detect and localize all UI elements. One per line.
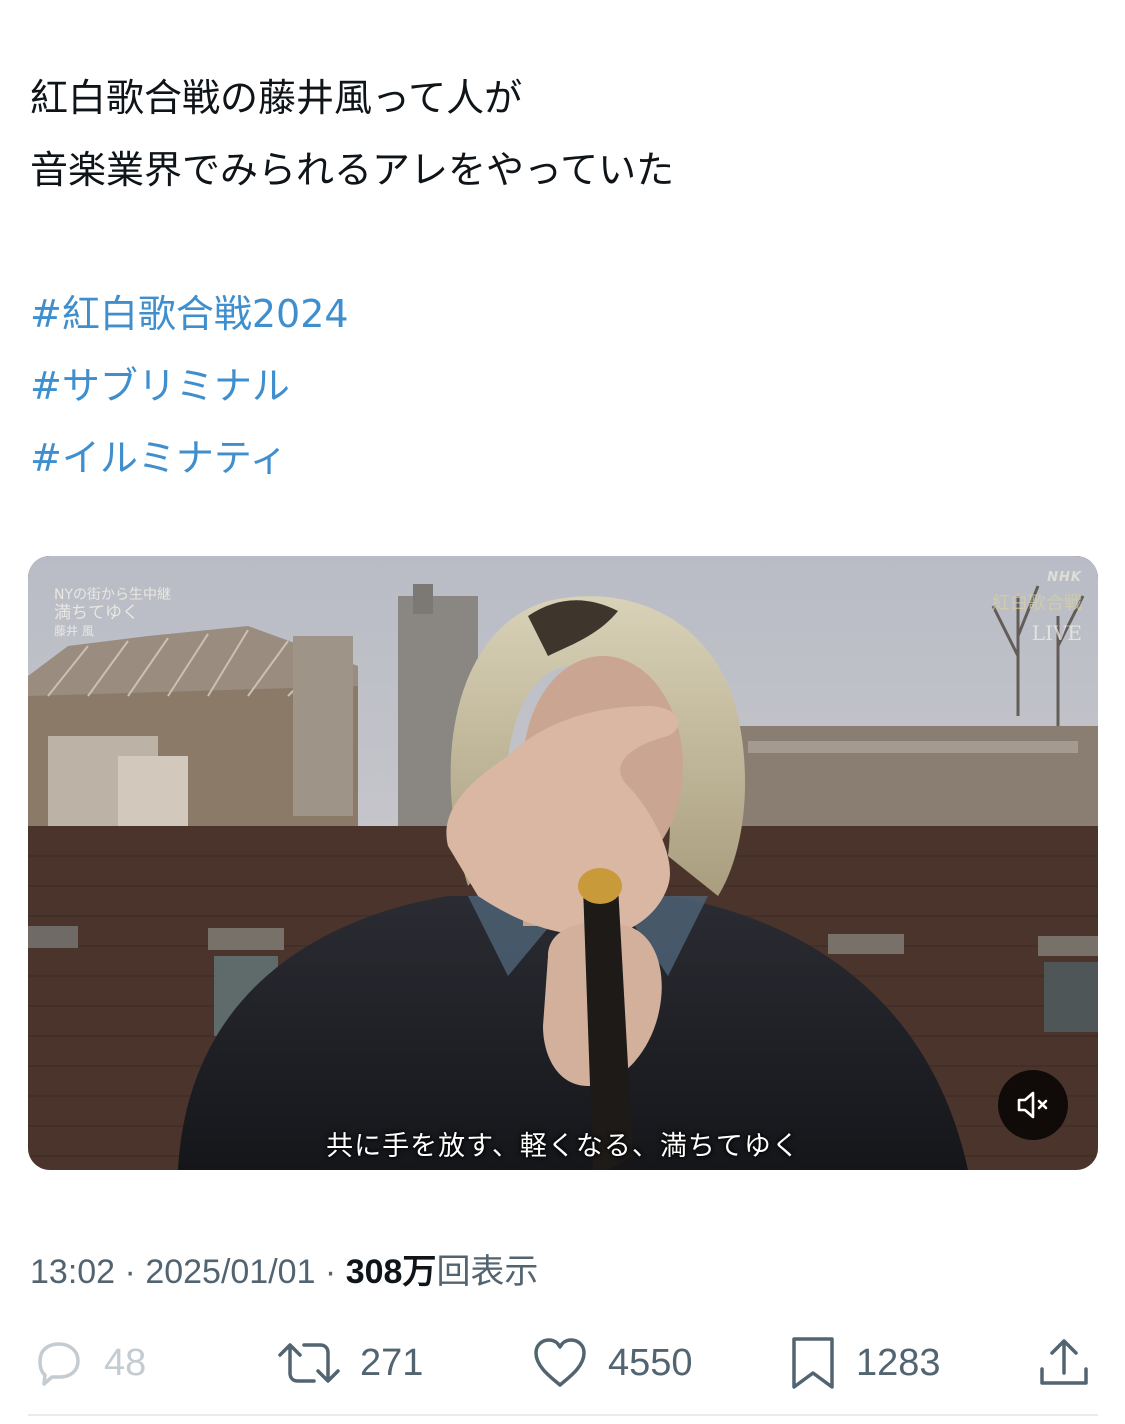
hashtag-link[interactable]: #イルミナティ (30, 422, 1090, 494)
reply-button[interactable]: 48 (30, 1318, 146, 1408)
hashtag-link[interactable]: #サブリミナル (30, 350, 1090, 422)
tweet-metadata: 13:02 · 2025/01/01 · 308万回表示 (30, 1244, 538, 1293)
broadcast-logo: NHK 紅白歌合戦 LIVE (992, 570, 1082, 645)
action-bar: 48 271 4550 1283 (0, 1318, 1125, 1408)
share-button[interactable] (1034, 1318, 1094, 1408)
show-badge: 紅白歌合戦 (992, 593, 1082, 614)
network-logo: NHK (1047, 570, 1082, 585)
meta-separator: · (315, 1253, 346, 1291)
tweet-text: 紅白歌合戦の藤井風って人が 音楽業界でみられるアレをやっていた #紅白歌合戦20… (30, 62, 1090, 494)
like-count: 4550 (608, 1341, 693, 1384)
bookmark-button[interactable]: 1283 (788, 1318, 941, 1408)
speaker-muted-icon (1017, 1091, 1048, 1119)
like-button[interactable]: 4550 (530, 1318, 693, 1408)
artist-name: 藤井 風 (54, 624, 94, 638)
mute-button[interactable] (998, 1070, 1068, 1140)
tweet-line: 音楽業界でみられるアレをやっていた (30, 148, 675, 192)
repost-button[interactable]: 271 (276, 1318, 423, 1408)
repost-count: 271 (360, 1341, 424, 1384)
view-count: 308万 (345, 1253, 437, 1291)
reply-icon (38, 1342, 80, 1386)
bookmark-count: 1283 (856, 1341, 941, 1384)
tweet-line: 紅白歌合戦の藤井風って人が (30, 76, 523, 120)
heart-icon (534, 1338, 586, 1387)
video-frame (28, 556, 1098, 1170)
tweet-time[interactable]: 13:02 (30, 1253, 115, 1291)
video-player[interactable]: NYの街から生中継 満ちてゆく 藤井 風 NHK 紅白歌合戦 LIVE 共に手を… (28, 556, 1098, 1170)
view-label: 回表示 (436, 1253, 539, 1291)
broadcast-caption: NYの街から生中継 満ちてゆく 藤井 風 (54, 586, 171, 640)
repost-icon (278, 1343, 340, 1383)
divider (28, 1414, 1098, 1416)
reply-count: 48 (104, 1341, 147, 1384)
song-title: 満ちてゆく (54, 603, 139, 623)
bookmark-icon (792, 1337, 834, 1389)
program-label: NYの街から生中継 (54, 587, 172, 603)
share-icon (1040, 1339, 1088, 1385)
tweet-date[interactable]: 2025/01/01 (145, 1253, 315, 1291)
video-subtitle: 共に手を放す、軽くなる、満ちてゆく (326, 1131, 800, 1162)
meta-separator: · (115, 1253, 146, 1291)
live-label: LIVE (1031, 621, 1082, 645)
hashtag-link[interactable]: #紅白歌合戦2024 (30, 278, 1090, 350)
